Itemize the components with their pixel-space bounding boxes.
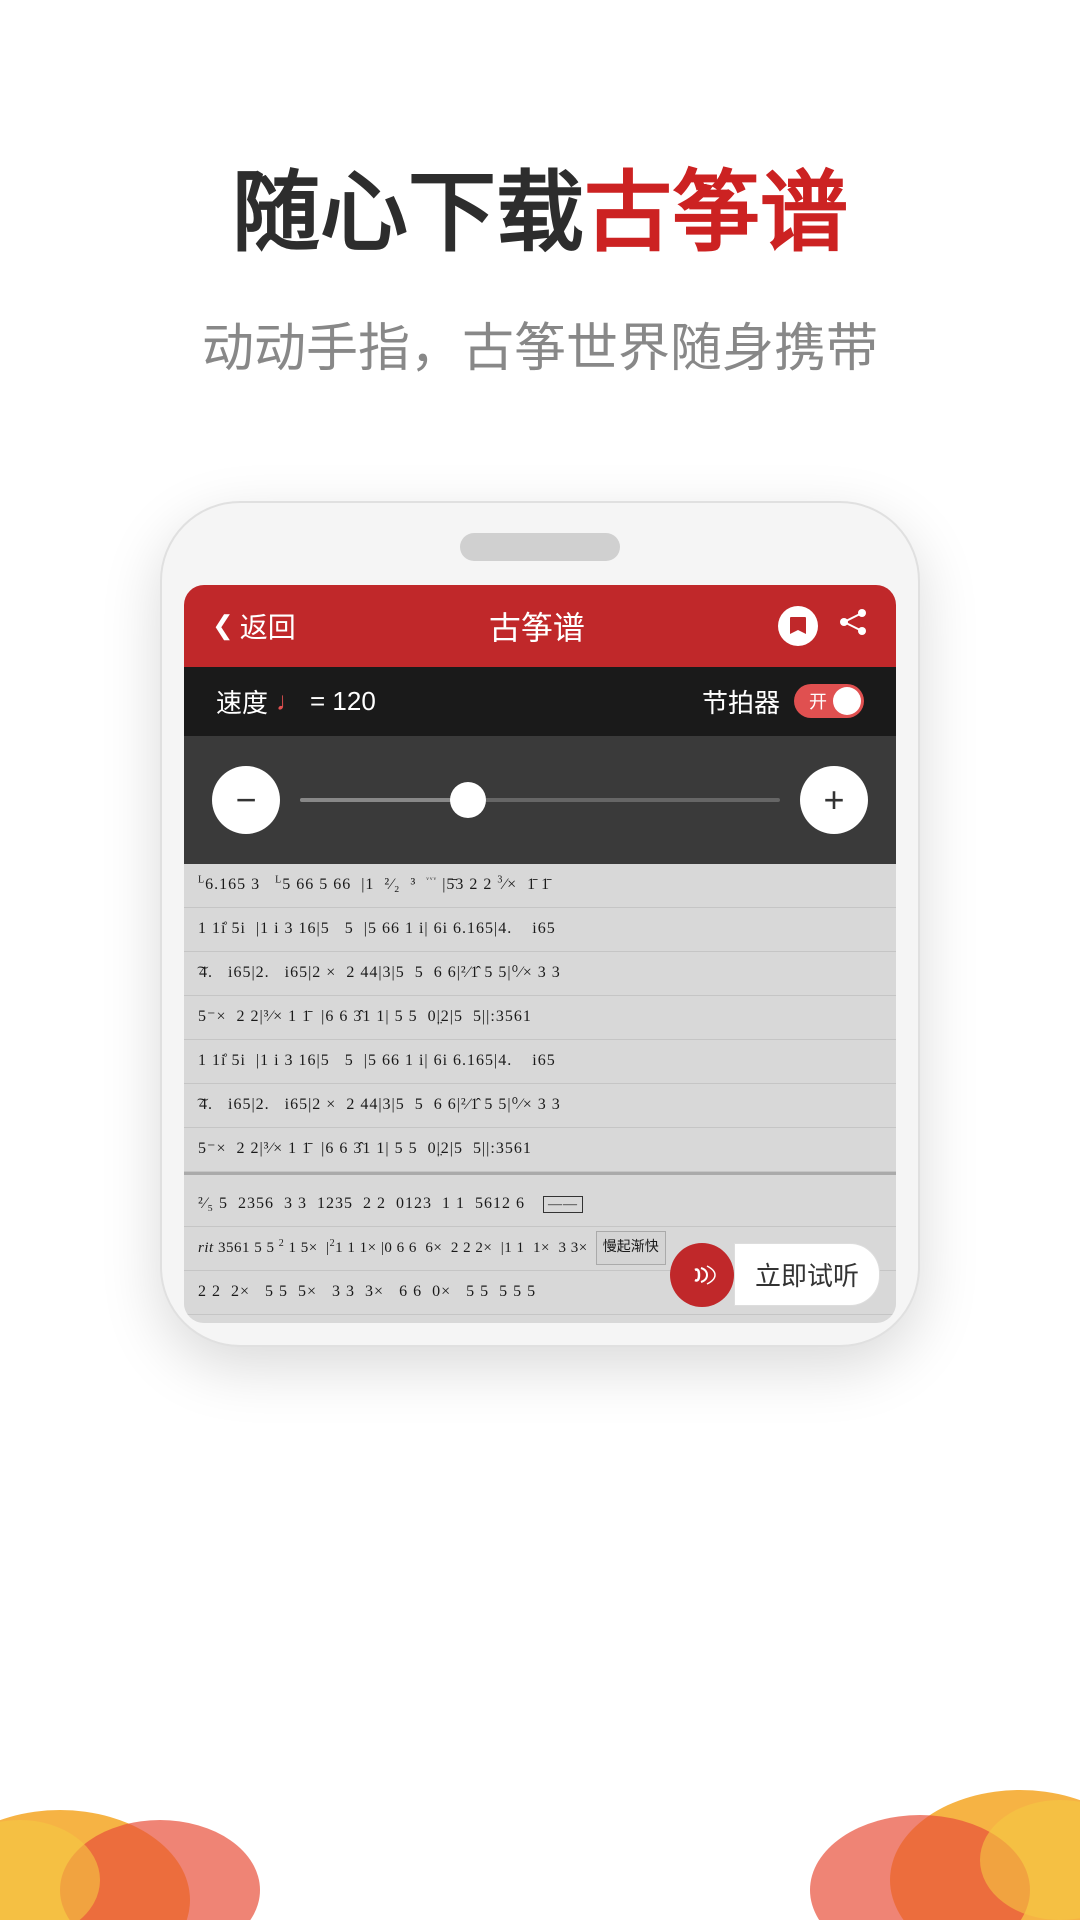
share-icon[interactable] [838, 607, 868, 645]
score-row-2: 1 1i̊ 5i |1 i 3 16|5 5 |5 66 1 i| 6i 6.1… [184, 908, 896, 952]
listen-audio-icon[interactable] [670, 1243, 734, 1307]
tempo-slider-track[interactable] [300, 798, 780, 802]
back-label: 返回 [240, 606, 296, 646]
slider-thumb[interactable] [450, 782, 486, 818]
header-section: 随心下载古筝谱 动动手指，古筝世界随身携带 [0, 0, 1080, 441]
music-score-area: L6.165 3 L5 66 5 66 |1 ²⁄₂ ³ ᵛᵛᵛ |5̄3 2 … [184, 864, 896, 1172]
phone-outer: ❮ 返回 古筝谱 [160, 501, 920, 1347]
metronome-section: 节拍器 开 [702, 683, 864, 720]
speed-section: 速度 ♩ = 120 [216, 683, 376, 720]
chevron-left-icon: ❮ [212, 610, 234, 641]
music-note-icon: ♩ [276, 686, 302, 717]
score-row-3: ͠4. i65|2. i65|2 × 2 44|3|5 5 6 6|²⁄1̂ 5… [184, 952, 896, 996]
score-row-7: 5⁻× 2 2|³⁄× 1 1̄ |6 6 3̂1 1| 5 5 0|̤2|5 … [184, 1128, 896, 1172]
speed-value: = 120 [310, 686, 376, 717]
minus-icon: − [235, 779, 256, 821]
phone-speaker [460, 533, 620, 561]
phone-screen: ❮ 返回 古筝谱 [184, 585, 896, 1323]
bottom-score-area: ²⁄₅ 5 2356 3 3 1235 2 2 0123 1 1 5612 6 … [184, 1172, 896, 1323]
toggle-on-label: 开 [809, 688, 827, 714]
score-row-5: 1 1i̊ 5i |1 i 3 16|5 5 |5 66 1 i| 6i 6.1… [184, 1040, 896, 1084]
tempo-increase-button[interactable]: + [800, 766, 868, 834]
metronome-label: 节拍器 [702, 683, 780, 720]
metronome-toggle[interactable]: 开 [794, 684, 864, 718]
listen-floating-button[interactable]: 立即试听 [670, 1243, 880, 1307]
main-title: 随心下载古筝谱 [0, 160, 1080, 266]
listen-label[interactable]: 立即试听 [734, 1243, 880, 1306]
main-title-part1: 随心下载 [232, 163, 584, 262]
plus-icon: + [823, 779, 844, 821]
app-header-bar: ❮ 返回 古筝谱 [184, 585, 896, 667]
score-row-6: ͠4. i65|2. i65|2 × 2 44|3|5 5 6 6|²⁄1̂ 5… [184, 1084, 896, 1128]
phone-mockup: ❮ 返回 古筝谱 [160, 501, 920, 1347]
page-title: 古筝谱 [489, 603, 585, 649]
tempo-decrease-button[interactable]: − [212, 766, 280, 834]
slider-fill [300, 798, 468, 802]
decoration-blob-left [0, 1700, 300, 1920]
tempo-slider-area: − + [184, 736, 896, 864]
score-row-1: L6.165 3 L5 66 5 66 |1 ²⁄₂ ³ ᵛᵛᵛ |5̄3 2 … [184, 864, 896, 908]
speed-metronome-bar: 速度 ♩ = 120 节拍器 开 [184, 667, 896, 736]
speed-text: 速度 [216, 683, 268, 720]
score-row-4: 5⁻× 2 2|³⁄× 1 1̄ |6 6 3̂1 1| 5 5 0|̤2|5 … [184, 996, 896, 1040]
main-title-part2: 古筝谱 [584, 163, 848, 262]
sub-title: 动动手指，古筝世界随身携带 [0, 306, 1080, 381]
toggle-knob [833, 687, 861, 715]
decoration-blob-right [780, 1660, 1080, 1920]
score-row-8: ²⁄₅ 5 2356 3 3 1235 2 2 0123 1 1 5612 6 … [184, 1183, 896, 1227]
score-annotation: 慢起渐快 [596, 1231, 666, 1265]
header-icons [778, 606, 868, 646]
bookmark-icon[interactable] [778, 606, 818, 646]
back-button[interactable]: ❮ 返回 [212, 606, 296, 646]
